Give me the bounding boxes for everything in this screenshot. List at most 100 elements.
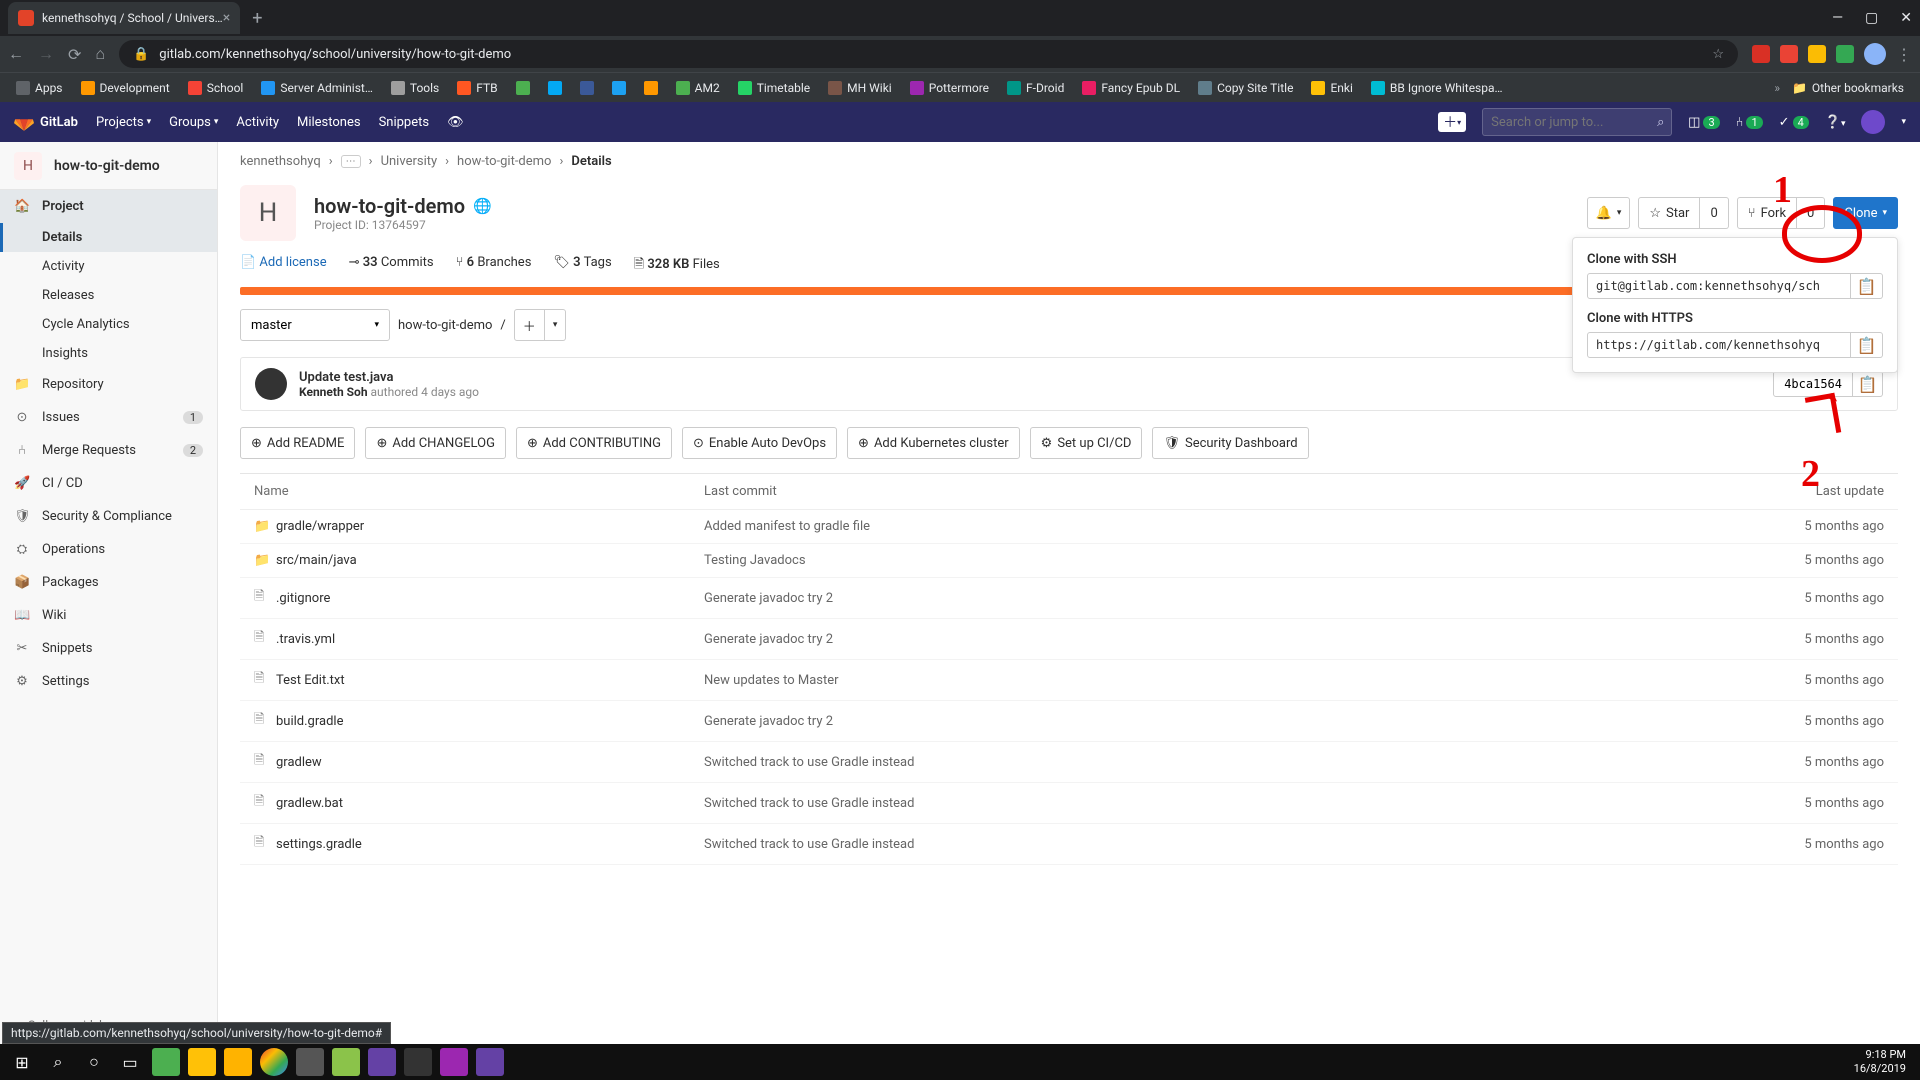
table-row[interactable]: 🗎settings.gradleSwitched track to use Gr… — [240, 824, 1898, 865]
copy-ssh-button[interactable]: 📋 — [1851, 273, 1883, 299]
copy-sha-button[interactable]: 📋 — [1853, 371, 1883, 397]
bookmark-item[interactable] — [638, 81, 664, 95]
sidebar-project-header[interactable]: H how-to-git-demo — [0, 142, 217, 190]
add-license-link[interactable]: 📄 Add license — [240, 255, 327, 277]
nav-projects[interactable]: Projects▾ — [96, 115, 151, 130]
bookmark-item[interactable]: Pottermore — [904, 81, 995, 95]
sidebar-item-repository[interactable]: 📁Repository — [0, 368, 217, 401]
sidebar-item-project[interactable]: 🏠Project — [0, 190, 217, 223]
profile-avatar[interactable] — [1864, 43, 1886, 65]
new-tab-button[interactable]: + — [252, 8, 262, 29]
commit-author-avatar[interactable] — [255, 368, 287, 400]
bookmark-item[interactable]: Server Administ… — [255, 81, 379, 95]
bookmark-item[interactable]: MH Wiki — [822, 81, 898, 95]
add-file-menu[interactable]: ▾ — [545, 309, 567, 341]
sidebar-sub-activity[interactable]: Activity — [0, 252, 217, 281]
table-row[interactable]: 🗎Test Edit.txtNew updates to Master5 mon… — [240, 660, 1898, 701]
star-icon[interactable]: ☆ — [1712, 47, 1724, 62]
commit-title[interactable]: Update test.java — [299, 370, 479, 385]
menu-icon[interactable]: ⋮ — [1896, 45, 1912, 64]
clone-https-input[interactable] — [1587, 332, 1851, 358]
clone-ssh-input[interactable] — [1587, 273, 1851, 299]
bookmark-item[interactable]: Copy Site Title — [1192, 81, 1299, 95]
action-add-readme[interactable]: ⊕ Add README — [240, 427, 355, 459]
action-add-contributing[interactable]: ⊕ Add CONTRIBUTING — [516, 427, 672, 459]
bookmark-item[interactable] — [574, 81, 600, 95]
cortana-icon[interactable]: ○ — [76, 1044, 112, 1080]
sidebar-sub-details[interactable]: Details — [0, 223, 217, 252]
table-row[interactable]: 🗎.gitignoreGenerate javadoc try 25 month… — [240, 578, 1898, 619]
bookmark-item[interactable]: FTB — [451, 81, 503, 95]
sidebar-item-wiki[interactable]: 📖Wiki — [0, 599, 217, 632]
chrome-icon[interactable] — [260, 1048, 288, 1076]
bookmark-item[interactable]: AM2 — [670, 81, 726, 95]
forward-icon[interactable]: → — [38, 44, 54, 64]
bookmark-item[interactable] — [606, 81, 632, 95]
commit-sha[interactable]: 4bca1564 — [1773, 371, 1853, 397]
address-bar[interactable]: 🔒 gitlab.com/kennethsohyq/school/univers… — [119, 40, 1738, 68]
ext-icon[interactable] — [1780, 45, 1798, 63]
sidebar-item-settings[interactable]: ⚙Settings — [0, 665, 217, 698]
app-icon[interactable] — [440, 1048, 468, 1076]
nav-groups[interactable]: Groups▾ — [169, 115, 218, 130]
bookmark-item[interactable]: Enki — [1305, 81, 1358, 95]
branches-link[interactable]: ⑂ 6 Branches — [456, 255, 532, 277]
action-add-kubernetes-cluster[interactable]: ⊕ Add Kubernetes cluster — [847, 427, 1020, 459]
minimize-icon[interactable]: — — [1832, 10, 1843, 26]
table-row[interactable]: 🗎gradlew.batSwitched track to use Gradle… — [240, 783, 1898, 824]
sidebar-item-packages[interactable]: 📦Packages — [0, 566, 217, 599]
star-count[interactable]: 0 — [1700, 197, 1728, 229]
explorer-icon[interactable] — [188, 1048, 216, 1076]
bookmark-item[interactable] — [510, 81, 536, 95]
copy-https-button[interactable]: 📋 — [1851, 332, 1883, 358]
sidebar-item-snippets[interactable]: ✂Snippets — [0, 632, 217, 665]
nav-binoculars-icon[interactable]: 👁 — [447, 115, 464, 130]
commits-link[interactable]: ⊸ 33 Commits — [349, 255, 434, 277]
taskview-icon[interactable]: ▭ — [112, 1044, 148, 1080]
action-security-dashboard[interactable]: 🛡 Security Dashboard — [1152, 427, 1308, 459]
notification-button[interactable]: 🔔 ▾ — [1587, 197, 1631, 229]
bookmark-item[interactable]: BB Ignore Whitespa… — [1365, 81, 1509, 95]
crumb[interactable]: how-to-git-demo — [457, 154, 551, 169]
add-file-button[interactable]: ＋ — [514, 309, 545, 341]
maximize-icon[interactable]: ▢ — [1865, 10, 1878, 26]
bookmark-item[interactable]: Timetable — [732, 81, 816, 95]
start-button[interactable]: ⊞ — [4, 1044, 40, 1080]
action-add-changelog[interactable]: ⊕ Add CHANGELOG — [365, 427, 506, 459]
sidebar-sub-insights[interactable]: Insights — [0, 339, 217, 368]
close-window-icon[interactable]: ✕ — [1900, 10, 1912, 26]
tags-link[interactable]: 🏷 3 Tags — [553, 255, 611, 277]
table-row[interactable]: 📁src/main/javaTesting Javadocs5 months a… — [240, 544, 1898, 578]
nav-todos[interactable]: ✓4 — [1779, 115, 1809, 130]
bookmark-item[interactable]: Fancy Epub DL — [1076, 81, 1186, 95]
nav-milestones[interactable]: Milestones — [297, 115, 361, 130]
action-enable-auto-devops[interactable]: ⊙ Enable Auto DevOps — [682, 427, 837, 459]
home-icon[interactable]: ⌂ — [95, 44, 105, 64]
crumb[interactable]: University — [381, 154, 438, 169]
nav-snippets[interactable]: Snippets — [379, 115, 430, 130]
ext-icon[interactable] — [1836, 45, 1854, 63]
search-input[interactable] — [1491, 115, 1657, 130]
bookmark-item[interactable]: F-Droid — [1001, 81, 1070, 95]
star-button[interactable]: ☆ Star — [1638, 197, 1700, 229]
user-avatar[interactable] — [1861, 110, 1885, 134]
browser-tab[interactable]: kennethsohyq / School / Univers… × — [8, 2, 240, 34]
bookmark-item[interactable]: Development — [75, 81, 176, 95]
app-icon[interactable] — [368, 1048, 396, 1076]
bookmark-item[interactable]: School — [182, 81, 250, 95]
sidebar-sub-releases[interactable]: Releases — [0, 281, 217, 310]
sidebar-item-issues[interactable]: ⊙Issues1 — [0, 401, 217, 434]
table-row[interactable]: 🗎build.gradleGenerate javadoc try 25 mon… — [240, 701, 1898, 742]
app-icon[interactable] — [476, 1048, 504, 1076]
folder-icon[interactable] — [224, 1048, 252, 1076]
clone-button[interactable]: Clone ▾ — [1833, 197, 1898, 229]
sidebar-item-security-compliance[interactable]: 🛡Security & Compliance — [0, 500, 217, 533]
table-row[interactable]: 🗎.travis.ymlGenerate javadoc try 25 mont… — [240, 619, 1898, 660]
bookmarks-overflow[interactable]: » — [1774, 81, 1780, 95]
table-row[interactable]: 🗎gradlewSwitched track to use Gradle ins… — [240, 742, 1898, 783]
nav-activity[interactable]: Activity — [236, 115, 279, 130]
nav-issues[interactable]: ◫3 — [1688, 115, 1719, 130]
files-size[interactable]: 🗎 328 KB Files — [634, 255, 720, 277]
app-icon[interactable] — [152, 1048, 180, 1076]
new-button[interactable]: ＋▾ — [1438, 112, 1466, 132]
